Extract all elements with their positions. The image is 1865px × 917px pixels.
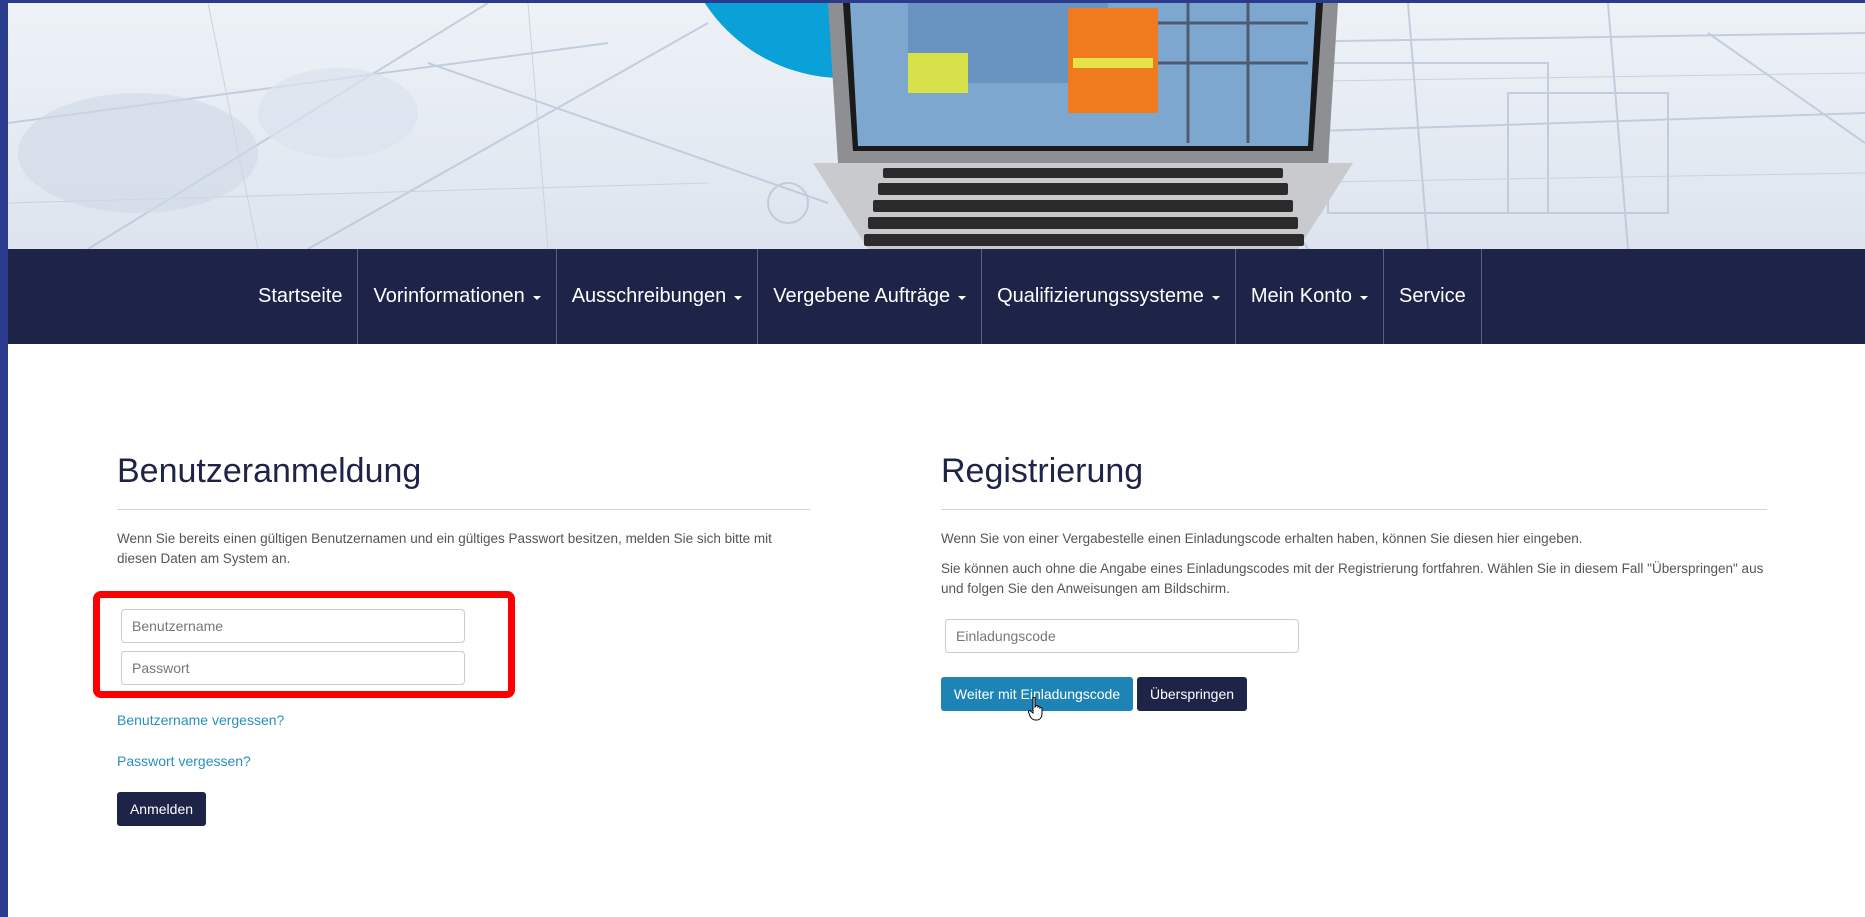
nav-item-mein-konto[interactable]: Mein Konto [1236, 249, 1384, 344]
nav-item-vorinformationen[interactable]: Vorinformationen [358, 249, 557, 344]
header-banner [8, 3, 1865, 249]
nav-item-qualifizierungssysteme[interactable]: Qualifizierungssysteme [982, 249, 1236, 344]
nav-item-startseite[interactable]: Startseite [244, 249, 359, 344]
nav-item-label: Startseite [258, 285, 343, 307]
skip-button[interactable]: Überspringen [1137, 677, 1247, 711]
forgot-password-link[interactable]: Passwort vergessen? [117, 753, 251, 769]
highlight-box [93, 591, 515, 698]
registration-divider [941, 509, 1767, 510]
page-frame: Startseite Vorinformationen Ausschreibun… [8, 3, 1865, 917]
blueprint-banner-image [8, 3, 1865, 249]
nav-item-service[interactable]: Service [1384, 249, 1482, 344]
login-button[interactable]: Anmelden [117, 792, 206, 826]
caret-down-icon [1360, 295, 1368, 300]
caret-down-icon [958, 295, 967, 300]
registration-title: Registrierung [941, 452, 1144, 490]
nav-item-vergebene-auftraege[interactable]: Vergebene Aufträge [758, 249, 983, 344]
caret-down-icon [1211, 295, 1220, 300]
main-navigation: Startseite Vorinformationen Ausschreibun… [8, 249, 1865, 344]
nav-item-label: Qualifizierungssysteme [997, 285, 1204, 307]
registration-text-2: Sie können auch ohne die Angabe eines Ei… [941, 561, 1764, 596]
login-description: Wenn Sie bereits einen gültigen Benutzer… [117, 531, 772, 566]
login-section: Benutzeranmeldung Wenn Sie bereits einen… [117, 452, 810, 569]
nav-item-label: Service [1399, 285, 1466, 307]
login-title: Benutzeranmeldung [117, 452, 422, 490]
nav-item-label: Vorinformationen [373, 285, 525, 307]
caret-down-icon [532, 295, 541, 300]
invitation-code-field[interactable]: Einladungscode [945, 619, 1299, 653]
forgot-username-link[interactable]: Benutzername vergessen? [117, 712, 284, 728]
login-divider [117, 509, 810, 510]
nav-item-label: Ausschreibungen [571, 285, 727, 307]
nav-item-label: Mein Konto [1250, 285, 1352, 307]
nav-item-label: Vergebene Aufträge [773, 285, 951, 307]
registration-section: Registrierung Wenn Sie von einer Vergabe… [941, 452, 1767, 599]
caret-down-icon [734, 295, 743, 300]
nav-item-ausschreibungen[interactable]: Ausschreibungen [557, 249, 759, 344]
hand-cursor-icon [1028, 697, 1043, 721]
registration-text-1: Wenn Sie von einer Vergabestelle einen E… [941, 531, 1583, 546]
